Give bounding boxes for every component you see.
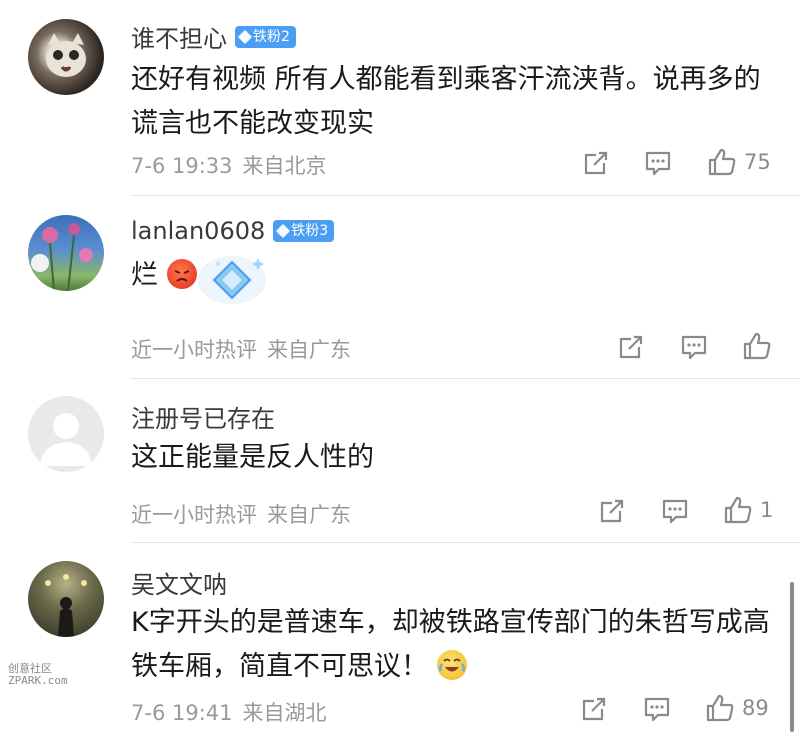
fan-badge[interactable]: 铁粉3 — [273, 220, 335, 242]
comment-button[interactable] — [680, 333, 708, 361]
avatar[interactable] — [28, 215, 104, 291]
like-button[interactable]: 75 — [706, 146, 771, 178]
username[interactable]: lanlan0608 铁粉3 — [131, 217, 335, 245]
share-icon — [582, 697, 606, 721]
like-button[interactable]: 1 — [722, 494, 773, 526]
comment-text-row: 烂 — [131, 254, 431, 298]
comment-icon — [662, 499, 688, 524]
person-avatar-icon — [45, 574, 87, 637]
diamond-icon — [276, 223, 291, 239]
comment-location: 来自湖北 — [242, 701, 327, 725]
like-count: 1 — [760, 498, 774, 522]
badge-label: 铁粉2 — [253, 28, 290, 45]
username-text: 谁不担心 — [131, 25, 227, 53]
diamond-sticker — [192, 248, 272, 308]
share-button[interactable] — [582, 149, 610, 177]
comment-item-4: 吴文文呐 K字开头的是普速车，却被铁路宣传部门的朱哲写成高铁车厢，简直不可思议！… — [0, 543, 800, 736]
comment-time: 近一小时热评 — [131, 338, 257, 362]
comment-text: 还好有视频 所有人都能看到乘客汗流浃背。说再多的谎言也不能改变现实 — [131, 64, 761, 139]
share-icon — [619, 335, 643, 359]
diamond-icon — [237, 29, 253, 44]
comment-meta: 近一小时热评 来自广东 — [131, 499, 351, 529]
username-text: 吴文文呐 — [131, 571, 227, 599]
thumbs-up-icon — [706, 694, 734, 722]
username[interactable]: 吴文文呐 — [131, 565, 227, 600]
diamond-sticker-icon — [198, 256, 266, 304]
share-button[interactable] — [580, 695, 608, 723]
watermark-line-2: ZPARK.com — [8, 674, 68, 687]
like-button[interactable] — [741, 330, 773, 362]
comment-location: 来自广东 — [267, 338, 351, 362]
avatar[interactable] — [28, 19, 104, 95]
watermark: 创意社区 ZPARK.com — [8, 663, 68, 687]
share-icon — [600, 499, 624, 523]
comment-time: 7-6 19:41 — [131, 701, 233, 725]
comment-time: 近一小时热评 — [131, 503, 257, 527]
avatar[interactable] — [28, 561, 104, 637]
share-icon — [584, 151, 608, 175]
comment-location: 来自北京 — [242, 154, 327, 178]
comment-text-block: K字开头的是普速车，却被铁路宣传部门的朱哲写成高铁车厢，简直不可思议！ — [131, 601, 771, 689]
comment-button[interactable] — [661, 497, 689, 525]
comment-icon — [645, 151, 671, 176]
username-text: 注册号已存在 — [131, 405, 275, 433]
username-text: lanlan0608 — [131, 217, 266, 245]
like-count: 89 — [742, 696, 769, 720]
comment-button[interactable] — [644, 149, 672, 177]
comment-item-1: 谁不担心 铁粉2 还好有视频 所有人都能看到乘客汗流浃背。说再多的谎言也不能改变… — [0, 0, 800, 195]
comment-text: 烂 — [131, 260, 158, 291]
thumbs-up-icon — [724, 496, 752, 524]
comment-item-2: lanlan0608 铁粉3 烂 近一小时热评 来自广东 — [0, 196, 800, 378]
comment-meta: 7-6 19:33 来自北京 — [131, 150, 327, 180]
username[interactable]: 注册号已存在 — [131, 399, 275, 434]
comment-time: 7-6 19:33 — [131, 154, 233, 178]
avatar[interactable] — [28, 396, 104, 472]
cat-avatar-icon — [46, 33, 86, 77]
share-button[interactable] — [617, 333, 645, 361]
default-avatar-icon — [40, 413, 92, 466]
comment-meta: 近一小时热评 来自广东 — [131, 334, 351, 364]
comment-location: 来自广东 — [267, 503, 351, 527]
scrollbar[interactable] — [790, 582, 794, 732]
username[interactable]: 谁不担心 铁粉2 — [131, 19, 296, 54]
like-count: 75 — [744, 150, 771, 174]
comment-icon — [644, 697, 670, 722]
comment-text: 这正能量是反人性的 — [131, 442, 374, 473]
fan-badge[interactable]: 铁粉2 — [235, 25, 296, 48]
comment-button[interactable] — [643, 695, 671, 723]
thumbs-up-icon — [708, 148, 736, 176]
comment-meta: 7-6 19:41 来自湖北 — [131, 697, 327, 727]
comment-icon — [681, 335, 707, 360]
laughing-crying-emoji — [436, 650, 467, 680]
comment-item-3: 注册号已存在 这正能量是反人性的 近一小时热评 来自广东 1 — [0, 379, 800, 542]
laughing-crying-icon — [438, 658, 465, 672]
thumbs-up-icon — [743, 332, 771, 360]
badge-label: 铁粉3 — [291, 223, 329, 239]
flower-avatar-icon — [31, 223, 93, 291]
share-button[interactable] — [598, 497, 626, 525]
like-button[interactable]: 89 — [704, 692, 769, 724]
